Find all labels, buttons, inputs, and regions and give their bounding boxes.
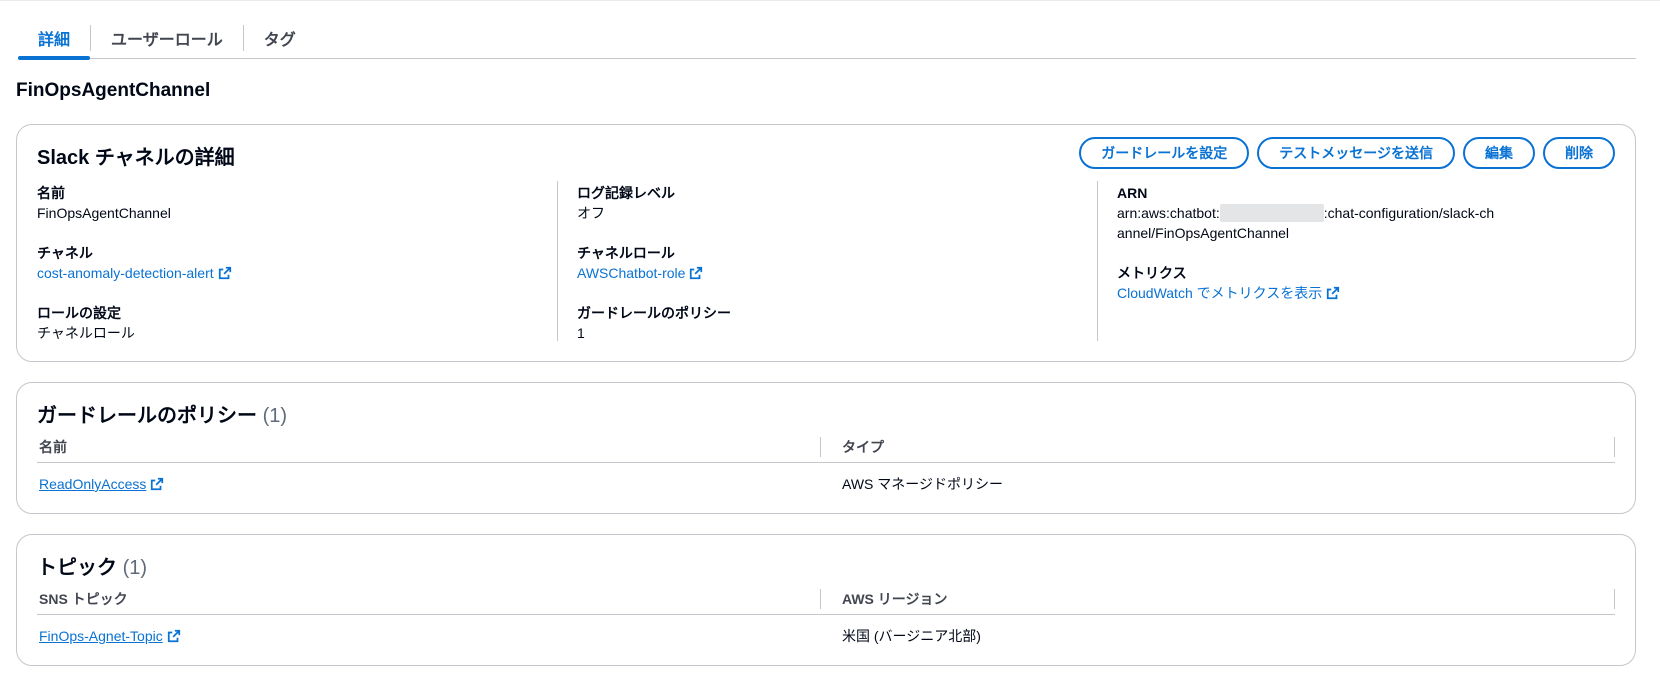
- table-cell: ReadOnlyAccess: [37, 476, 822, 492]
- channel-details-panel: Slack チャネルの詳細 ガードレールを設定 テストメッセージを送信 編集 削…: [16, 124, 1636, 362]
- page-title: FinOpsAgentChannel: [16, 80, 211, 101]
- column-resizer[interactable]: [1614, 589, 1615, 609]
- field-label: ロールの設定: [37, 305, 121, 321]
- name-field: 名前 FinOpsAgentChannel: [37, 183, 537, 223]
- tab-user-roles[interactable]: ユーザーロール: [91, 18, 243, 58]
- column-divider: [557, 181, 558, 341]
- guardrail-policy-field: ガードレールのポリシー 1: [577, 303, 1077, 343]
- topics-panel: トピック (1) SNS トピック AWS リージョン FinOps-Agnet…: [16, 534, 1636, 666]
- title-text: ガードレールのポリシー: [37, 405, 257, 427]
- column-header-name[interactable]: 名前: [37, 435, 822, 459]
- edit-button[interactable]: 編集: [1463, 137, 1535, 169]
- panel-title: ガードレールのポリシー (1): [37, 399, 287, 428]
- arn-field: ARN arn:aws:chatbot::chat-configuration/…: [1117, 183, 1617, 243]
- tab-details[interactable]: 詳細: [18, 18, 91, 60]
- column-header-sns-topic[interactable]: SNS トピック: [37, 587, 822, 611]
- external-link-icon: [218, 266, 231, 280]
- channel-link[interactable]: cost-anomaly-detection-alert: [37, 263, 537, 283]
- tab-bar: 詳細 ユーザーロール タグ: [18, 18, 1636, 60]
- field-value: FinOpsAgentChannel: [37, 205, 171, 221]
- field-label: ガードレールのポリシー: [577, 305, 731, 321]
- column-header-type[interactable]: タイプ: [822, 435, 1615, 459]
- table-cell: FinOps-Agnet-Topic: [37, 628, 822, 644]
- column-resizer[interactable]: [1614, 437, 1615, 457]
- guardrail-policies-panel: ガードレールのポリシー (1) 名前 タイプ ReadOnlyAccess AW…: [16, 382, 1636, 514]
- count-badge: (1): [122, 557, 148, 579]
- panel-title: Slack チャネルの詳細: [37, 147, 235, 169]
- send-test-message-button[interactable]: テストメッセージを送信: [1257, 137, 1455, 169]
- metrics-link[interactable]: CloudWatch でメトリクスを表示: [1117, 283, 1617, 303]
- table-row: ReadOnlyAccess AWS マネージドポリシー: [37, 463, 1615, 505]
- log-level-field: ログ記録レベル オフ: [577, 183, 1077, 223]
- panel-title: トピック (1): [37, 551, 147, 580]
- top-divider: [0, 0, 1660, 1]
- details-column-3: ARN arn:aws:chatbot::chat-configuration/…: [1117, 183, 1617, 323]
- metrics-field: メトリクス CloudWatch でメトリクスを表示: [1117, 263, 1617, 303]
- table-cell: 米国 (バージニア北部): [842, 628, 981, 644]
- link-text: cost-anomaly-detection-alert: [37, 265, 214, 281]
- role-setting-field: ロールの設定 チャネルロール: [37, 303, 537, 343]
- field-label: チャネル: [37, 245, 93, 261]
- arn-value: arn:aws:chatbot::chat-configuration/slac…: [1117, 203, 1497, 243]
- count-badge: (1): [262, 405, 288, 427]
- external-link-icon: [1327, 286, 1340, 300]
- action-buttons: ガードレールを設定 テストメッセージを送信 編集 削除: [1079, 137, 1615, 169]
- link-text: CloudWatch でメトリクスを表示: [1117, 285, 1323, 301]
- arn-prefix: arn:aws:chatbot:: [1117, 205, 1220, 221]
- external-link-icon: [167, 629, 180, 643]
- table-cell: AWS マネージドポリシー: [842, 476, 1003, 492]
- field-label: ログ記録レベル: [577, 185, 675, 201]
- details-column-1: 名前 FinOpsAgentChannel チャネル cost-anomaly-…: [37, 183, 537, 363]
- table-header: SNS トピック AWS リージョン: [37, 587, 1615, 615]
- column-resizer[interactable]: [820, 589, 821, 609]
- topic-link[interactable]: FinOps-Agnet-Topic: [39, 628, 163, 644]
- field-value: チャネルロール: [37, 325, 135, 341]
- field-label: ARN: [1117, 185, 1148, 201]
- channel-role-field: チャネルロール AWSChatbot-role: [577, 243, 1077, 283]
- tab-tags[interactable]: タグ: [244, 18, 316, 58]
- details-column-2: ログ記録レベル オフ チャネルロール AWSChatbot-role ガードレー…: [577, 183, 1077, 363]
- configure-guardrail-button[interactable]: ガードレールを設定: [1079, 137, 1250, 169]
- table-header: 名前 タイプ: [37, 435, 1615, 463]
- channel-role-link[interactable]: AWSChatbot-role: [577, 263, 1077, 283]
- title-text: トピック: [37, 557, 117, 579]
- external-link-icon: [690, 266, 703, 280]
- column-resizer[interactable]: [820, 437, 821, 457]
- table-row: FinOps-Agnet-Topic 米国 (バージニア北部): [37, 615, 1615, 657]
- link-text: AWSChatbot-role: [577, 265, 686, 281]
- policy-link[interactable]: ReadOnlyAccess: [39, 476, 146, 492]
- guardrail-table: 名前 タイプ ReadOnlyAccess AWS マネージドポリシー: [37, 435, 1615, 505]
- external-link-icon: [151, 477, 164, 491]
- topics-table: SNS トピック AWS リージョン FinOps-Agnet-Topic 米国…: [37, 587, 1615, 657]
- column-header-region[interactable]: AWS リージョン: [822, 587, 1615, 611]
- field-label: チャネルロール: [577, 245, 675, 261]
- field-value: 1: [577, 325, 585, 341]
- channel-field: チャネル cost-anomaly-detection-alert: [37, 243, 537, 283]
- field-label: 名前: [37, 185, 65, 201]
- delete-button[interactable]: 削除: [1543, 137, 1615, 169]
- field-value: オフ: [577, 205, 605, 221]
- redacted-account-id: [1219, 204, 1324, 222]
- column-divider: [1097, 181, 1098, 341]
- field-label: メトリクス: [1117, 265, 1187, 281]
